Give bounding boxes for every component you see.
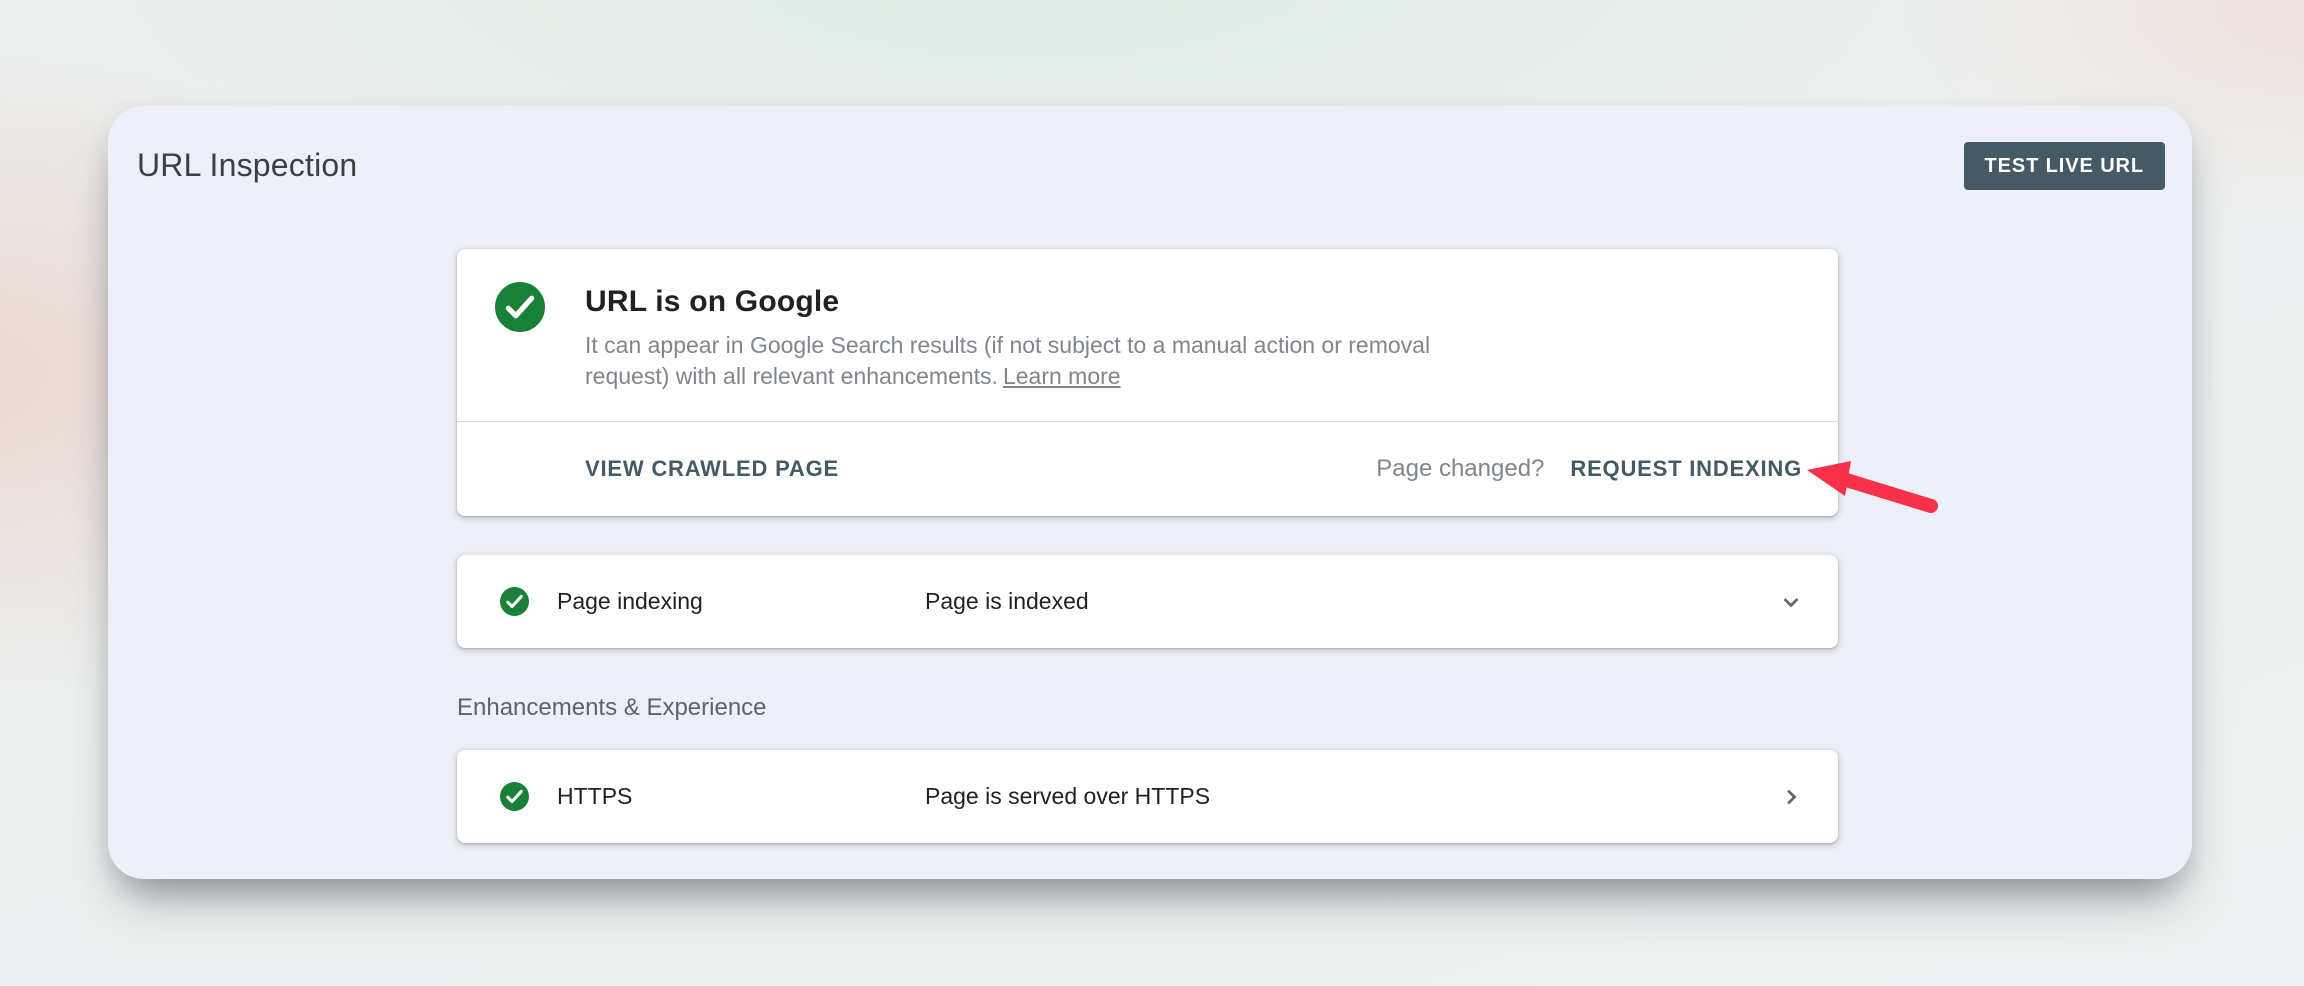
chevron-down-icon[interactable] [1777, 588, 1805, 616]
learn-more-link[interactable]: Learn more [1003, 363, 1121, 389]
status-description: It can appear in Google Search results (… [585, 330, 1430, 392]
check-circle-icon [500, 587, 529, 616]
status-description-line1: It can appear in Google Search results (… [585, 332, 1430, 358]
enhancements-heading: Enhancements & Experience [457, 694, 1838, 722]
page-indexing-row[interactable]: Page indexing Page is indexed [457, 555, 1838, 648]
status-card-actions: VIEW CRAWLED PAGE Page changed? REQUEST … [457, 421, 1838, 516]
url-status-card: URL is on Google It can appear in Google… [457, 249, 1838, 516]
status-description-line2: request) with all relevant enhancements. [585, 363, 998, 389]
page-indexing-label: Page indexing [557, 588, 925, 615]
inspection-results: URL is on Google It can appear in Google… [457, 249, 1838, 843]
https-label: HTTPS [557, 783, 925, 810]
request-indexing-group: Page changed? REQUEST INDEXING [1376, 455, 1802, 483]
panel-header: URL Inspection TEST LIVE URL [108, 106, 2192, 190]
url-inspection-panel: URL Inspection TEST LIVE URL URL is on G… [108, 106, 2192, 879]
https-status: Page is served over HTTPS [925, 783, 1777, 810]
request-indexing-button[interactable]: REQUEST INDEXING [1570, 456, 1802, 482]
chevron-right-icon[interactable] [1777, 783, 1805, 811]
page-indexing-status: Page is indexed [925, 588, 1777, 615]
page-title: URL Inspection [137, 142, 357, 188]
check-circle-icon [495, 282, 545, 332]
red-arrow-icon [1803, 457, 1945, 515]
https-row[interactable]: HTTPS Page is served over HTTPS [457, 750, 1838, 843]
url-status-summary: URL is on Google It can appear in Google… [457, 249, 1838, 421]
test-live-url-button[interactable]: TEST LIVE URL [1964, 142, 2165, 190]
status-title: URL is on Google [585, 285, 1430, 319]
status-text-block: URL is on Google It can appear in Google… [585, 282, 1430, 392]
page-changed-label: Page changed? [1376, 455, 1544, 483]
view-crawled-page-button[interactable]: VIEW CRAWLED PAGE [585, 456, 839, 482]
check-circle-icon [500, 782, 529, 811]
